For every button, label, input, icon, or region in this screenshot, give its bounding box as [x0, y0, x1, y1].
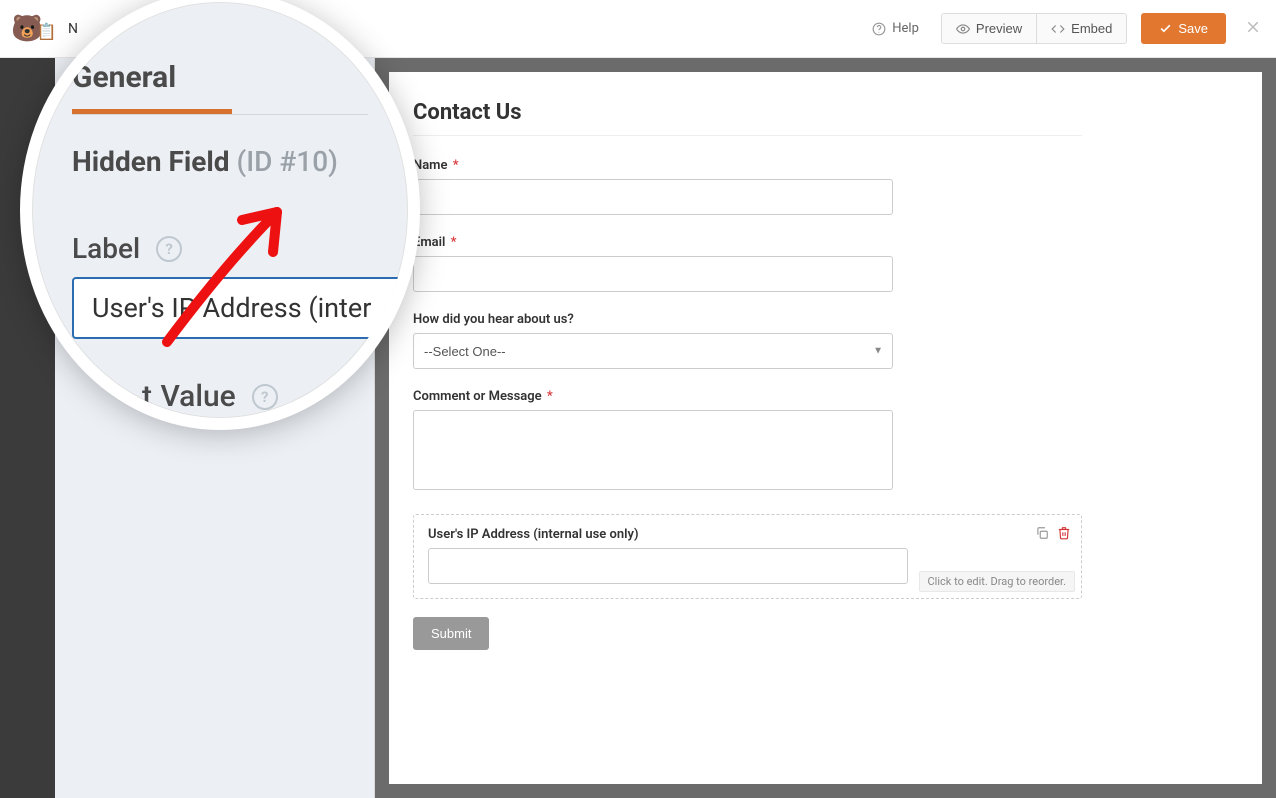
editing-title-fragment: N — [68, 21, 78, 37]
form-canvas: Contact Us Name * Email * How did you he… — [389, 72, 1262, 784]
card-icon: 📋 — [37, 22, 57, 41]
preview-label: Preview — [976, 21, 1022, 36]
preview-button[interactable]: Preview — [941, 13, 1037, 44]
help-link[interactable]: Help — [858, 14, 933, 43]
code-icon — [1051, 22, 1065, 36]
hidden-field-block[interactable]: User's IP Address (internal use only) Cl… — [413, 514, 1082, 599]
embed-button[interactable]: Embed — [1037, 13, 1127, 44]
duplicate-icon[interactable] — [1035, 525, 1049, 544]
form-title: Contact Us — [413, 100, 1082, 136]
hear-label: How did you hear about us? — [413, 312, 1082, 327]
zoom-field-id: (ID #10) — [237, 145, 338, 178]
name-field[interactable]: Name * — [413, 158, 1082, 215]
help-icon — [872, 22, 886, 36]
hidden-field-hint: Click to edit. Drag to reorder. — [919, 571, 1075, 592]
comment-label: Comment or Message * — [413, 389, 1082, 404]
name-input[interactable] — [413, 179, 893, 215]
email-label: Email * — [413, 235, 1082, 250]
hear-select[interactable]: --Select One-- — [413, 333, 893, 369]
embed-label: Embed — [1071, 21, 1112, 36]
email-input[interactable] — [413, 256, 893, 292]
help-label: Help — [892, 21, 919, 36]
delete-icon[interactable] — [1057, 525, 1071, 544]
hidden-field-input[interactable] — [428, 548, 908, 584]
eye-icon — [956, 22, 970, 36]
help-tooltip-icon-2[interactable]: ? — [252, 384, 278, 410]
submit-button[interactable]: Submit — [413, 617, 489, 650]
close-button[interactable] — [1244, 17, 1262, 41]
comment-field[interactable]: Comment or Message * — [413, 389, 1082, 494]
email-field[interactable]: Email * — [413, 235, 1082, 292]
comment-textarea[interactable] — [413, 410, 893, 490]
zoom-value-caption: t Value — [142, 379, 236, 414]
brand-logo: 🐻 📋 — [14, 9, 54, 49]
canvas-wrap: Contact Us Name * Email * How did you he… — [375, 58, 1276, 798]
check-icon — [1159, 22, 1172, 35]
preview-embed-group: Preview Embed — [941, 13, 1127, 44]
zoom-tab-general[interactable]: General — [72, 60, 368, 109]
name-label: Name * — [413, 158, 1082, 173]
hidden-field-label: User's IP Address (internal use only) — [428, 527, 1067, 542]
zoom-magnifier: General Hidden Field (ID #10) Label ? Us… — [20, 0, 420, 430]
hear-field[interactable]: How did you hear about us? --Select One-… — [413, 312, 1082, 369]
save-label: Save — [1178, 21, 1208, 36]
save-button[interactable]: Save — [1141, 13, 1226, 44]
zoom-label-caption: Label — [72, 232, 140, 265]
zoom-field-heading: Hidden Field (ID #10) — [72, 145, 368, 178]
zoom-label-input[interactable]: User's IP Address (inter — [72, 277, 412, 339]
help-tooltip-icon[interactable]: ? — [156, 236, 182, 262]
